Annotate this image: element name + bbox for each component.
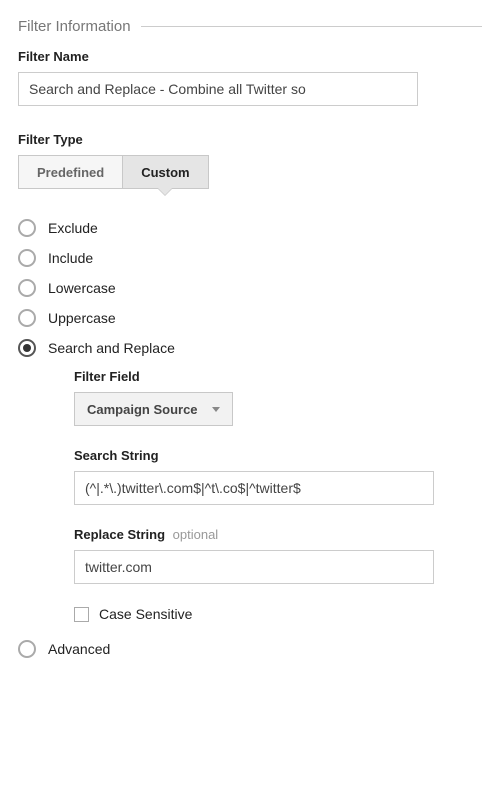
radio-icon (18, 339, 36, 357)
filter-name-input[interactable] (18, 72, 418, 106)
search-string-input[interactable] (74, 471, 434, 505)
search-string-block: Search String (74, 448, 482, 505)
radio-include-label: Include (48, 250, 93, 266)
radio-lowercase-label: Lowercase (48, 280, 116, 296)
filter-field-block: Filter Field Campaign Source (74, 369, 482, 426)
case-sensitive-label: Case Sensitive (99, 606, 192, 622)
radio-search-and-replace[interactable]: Search and Replace (18, 339, 482, 357)
case-sensitive-checkbox-row[interactable]: Case Sensitive (74, 606, 482, 622)
filter-type-label: Filter Type (18, 132, 482, 147)
radio-icon (18, 249, 36, 267)
filter-field-dropdown[interactable]: Campaign Source (74, 392, 233, 426)
section-title: Filter Information (18, 18, 141, 35)
tab-predefined-label: Predefined (37, 165, 104, 180)
radio-icon (18, 279, 36, 297)
search-and-replace-panel: Filter Field Campaign Source Search Stri… (74, 369, 482, 622)
custom-filter-radio-list: Exclude Include Lowercase Uppercase Sear… (18, 219, 482, 658)
filter-name-block: Filter Name (18, 49, 482, 106)
tab-custom-label: Custom (141, 165, 189, 180)
section-header: Filter Information (18, 18, 482, 35)
tab-predefined[interactable]: Predefined (18, 155, 123, 189)
radio-lowercase[interactable]: Lowercase (18, 279, 482, 297)
radio-exclude[interactable]: Exclude (18, 219, 482, 237)
radio-icon (18, 640, 36, 658)
caret-down-icon (212, 407, 220, 412)
replace-string-label: Replace String optional (74, 527, 482, 542)
radio-exclude-label: Exclude (48, 220, 98, 236)
checkbox-icon (74, 607, 89, 622)
filter-type-tabs: Predefined Custom (18, 155, 482, 189)
search-string-label: Search String (74, 448, 482, 463)
divider (141, 26, 482, 27)
replace-string-optional: optional (173, 527, 219, 542)
tab-custom[interactable]: Custom (123, 155, 208, 189)
radio-advanced-label: Advanced (48, 641, 110, 657)
radio-include[interactable]: Include (18, 249, 482, 267)
filter-type-block: Filter Type Predefined Custom Exclude In… (18, 132, 482, 658)
radio-advanced[interactable]: Advanced (18, 640, 482, 658)
radio-icon (18, 219, 36, 237)
radio-uppercase-label: Uppercase (48, 310, 116, 326)
radio-icon (18, 309, 36, 327)
replace-string-block: Replace String optional (74, 527, 482, 584)
filter-name-label: Filter Name (18, 49, 482, 64)
radio-search-and-replace-label: Search and Replace (48, 340, 175, 356)
replace-string-label-text: Replace String (74, 527, 165, 542)
radio-uppercase[interactable]: Uppercase (18, 309, 482, 327)
filter-field-value: Campaign Source (87, 402, 198, 417)
filter-field-label: Filter Field (74, 369, 482, 384)
replace-string-input[interactable] (74, 550, 434, 584)
